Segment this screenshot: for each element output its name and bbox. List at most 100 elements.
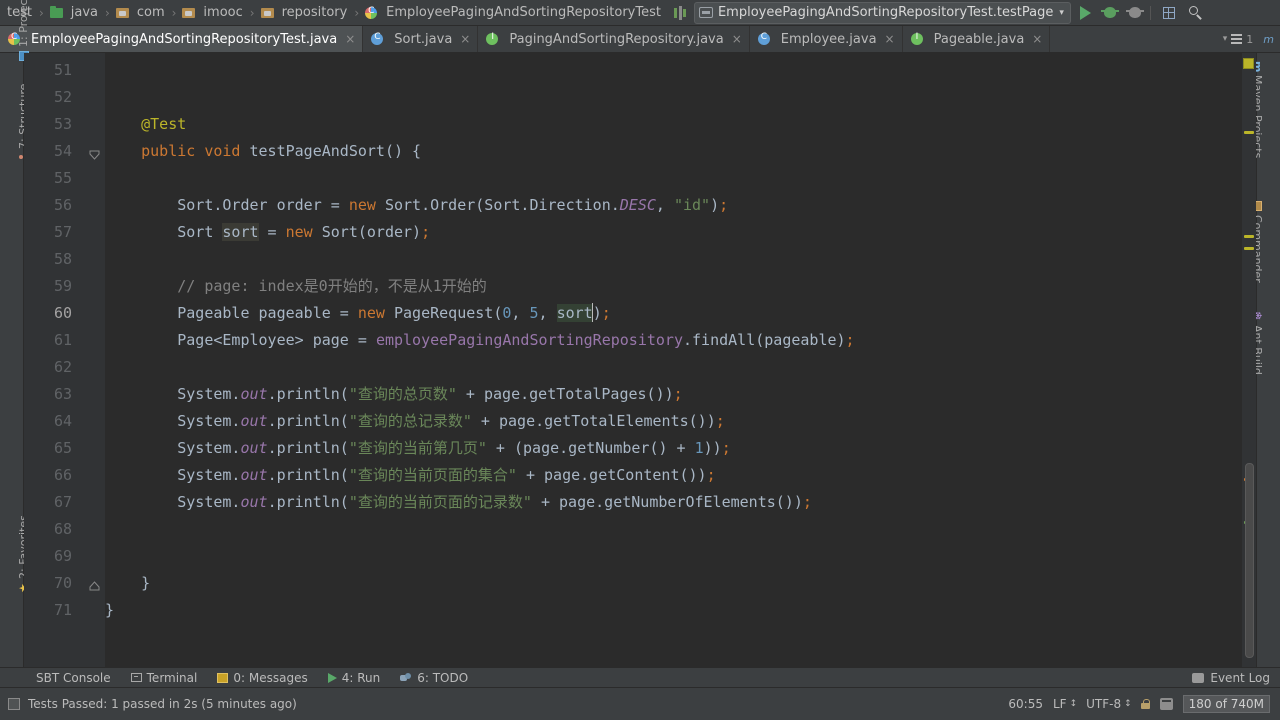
editor-tab-3[interactable]: Employee.java × bbox=[750, 26, 903, 52]
code-line-59[interactable]: // page: index是0开始的，不是从1开始的 bbox=[105, 273, 487, 300]
code-token: } bbox=[105, 601, 115, 619]
encoding-label: UTF-8 bbox=[1086, 697, 1122, 711]
breadcrumb-separator: › bbox=[171, 5, 177, 20]
code-token: employeePagingAndSortingRepository bbox=[375, 331, 683, 349]
tool-window-bottom-bar: SBT Console Terminal 0: Messages 4: Run … bbox=[0, 667, 1280, 687]
fold-gutter[interactable] bbox=[81, 53, 105, 667]
left-tool-window-strip: 1: Project 7: Structure ★ 2: Favorites bbox=[0, 0, 30, 667]
line-separator-selector[interactable]: LF ↕ bbox=[1053, 697, 1077, 711]
code-token: @Test bbox=[141, 115, 187, 133]
code-line-53[interactable]: @Test bbox=[105, 111, 186, 138]
code-editor[interactable]: 51 52 53 54 55 56 57 58 59 60 61 62 63 64 65 66 67 68 69 70… bbox=[24, 53, 1256, 667]
code-line-63[interactable]: System.out.println("查询的总页数" + page.getTo… bbox=[105, 381, 682, 408]
breadcrumb-separator: › bbox=[105, 5, 110, 20]
line-number: 55 bbox=[53, 169, 72, 187]
event-log-icon bbox=[1192, 672, 1205, 683]
code-line-60[interactable]: Pageable pageable = new PageRequest(0, 5… bbox=[105, 300, 611, 327]
close-icon[interactable]: × bbox=[345, 32, 355, 46]
close-icon[interactable]: × bbox=[885, 32, 895, 46]
code-line-64[interactable]: System.out.println("查询的总记录数" + page.getT… bbox=[105, 408, 725, 435]
code-token: testPageAndSort() { bbox=[240, 142, 422, 160]
breadcrumb-item-employeepagingandsortingrepositorytest[interactable]: EmployeePagingAndSortingRepositoryTest bbox=[361, 0, 666, 26]
status-message-area: Tests Passed: 1 passed in 2s (5 minutes … bbox=[0, 697, 297, 711]
stop-button[interactable] bbox=[1124, 2, 1146, 24]
code-token: sort bbox=[556, 304, 593, 322]
breadcrumb-item-java[interactable]: java bbox=[46, 0, 103, 26]
editor-tab-2[interactable]: PagingAndSortingRepository.java × bbox=[478, 26, 750, 52]
breadcrumb-item-imooc[interactable]: imooc bbox=[178, 0, 247, 26]
caret-position[interactable]: 60:55 bbox=[1008, 697, 1043, 711]
search-everywhere-button[interactable] bbox=[1183, 2, 1205, 24]
bottom-item-messages[interactable]: 0: Messages bbox=[207, 668, 317, 688]
code-line-57[interactable]: Sort sort = new Sort(order); bbox=[105, 219, 430, 246]
code-token: out bbox=[240, 385, 268, 403]
line-number: 71 bbox=[53, 601, 72, 619]
bottom-item-run[interactable]: 4: Run bbox=[318, 668, 391, 688]
close-icon[interactable]: × bbox=[1032, 32, 1042, 46]
error-stripe-marker-panel[interactable] bbox=[1242, 53, 1256, 667]
code-token: Sort(order) bbox=[312, 223, 422, 241]
code-token: DESC bbox=[619, 196, 656, 214]
code-token: } bbox=[105, 574, 151, 592]
encoding-selector[interactable]: UTF-8 ↕ bbox=[1086, 697, 1131, 711]
right-tool-window-strip: m Maven Projects Commander ❄ Ant Build bbox=[1251, 53, 1280, 667]
editor-tab-0[interactable]: EmployeePagingAndSortingRepositoryTest.j… bbox=[0, 26, 364, 52]
bottom-item-terminal[interactable]: Terminal bbox=[121, 668, 208, 688]
stripe-marker[interactable] bbox=[1244, 131, 1254, 134]
code-line-56[interactable]: Sort.Order order = new Sort.Order(Sort.D… bbox=[105, 192, 728, 219]
bottom-item-sbt-console[interactable]: SBT Console bbox=[0, 668, 121, 688]
debug-button[interactable] bbox=[1099, 2, 1121, 24]
code-token: System. bbox=[105, 385, 241, 403]
close-icon[interactable]: × bbox=[732, 32, 742, 46]
editor-scrollbar-thumb[interactable] bbox=[1245, 463, 1254, 658]
event-log-button[interactable]: Event Log bbox=[1192, 671, 1280, 685]
code-line-61[interactable]: Page<Employee> page = employeePagingAndS… bbox=[105, 327, 854, 354]
java-class-icon bbox=[371, 32, 385, 46]
code-line-54[interactable]: public void testPageAndSort() { bbox=[105, 138, 421, 165]
code-line-66[interactable]: System.out.println("查询的当前页面的集合" + page.g… bbox=[105, 462, 715, 489]
close-icon[interactable]: × bbox=[460, 32, 470, 46]
memory-indicator[interactable]: 180 of 740M bbox=[1182, 695, 1270, 713]
code-line-65[interactable]: System.out.println("查询的当前第几页" + (page.ge… bbox=[105, 435, 731, 462]
run-button[interactable] bbox=[1074, 2, 1096, 24]
editor-tab-4[interactable]: Pageable.java × bbox=[903, 26, 1051, 52]
tab-hidden-count: 1 bbox=[1246, 32, 1254, 46]
code-token: ; bbox=[719, 196, 729, 214]
java-class-icon bbox=[365, 6, 379, 20]
bottom-item-todo[interactable]: 6: TODO bbox=[390, 668, 478, 688]
code-token: Page<Employee> page = bbox=[105, 331, 376, 349]
lock-icon[interactable] bbox=[1140, 699, 1150, 709]
event-log-label: Event Log bbox=[1210, 670, 1270, 685]
fold-expand-icon[interactable] bbox=[89, 581, 100, 592]
code-text[interactable]: @Test public void testPageAndSort() { So… bbox=[105, 53, 1256, 667]
run-configuration-selector[interactable]: EmployeePagingAndSortingRepositoryTest.t… bbox=[693, 1, 1071, 24]
code-token: out bbox=[240, 412, 268, 430]
sidebar-item-label: 1: Project bbox=[17, 0, 30, 47]
line-number: 57 bbox=[53, 223, 72, 241]
stripe-marker[interactable] bbox=[1244, 247, 1254, 250]
tab-overflow-control[interactable]: ▾ 1 m bbox=[1223, 26, 1280, 52]
database-cache-icon[interactable] bbox=[1159, 698, 1173, 710]
code-token: .println( bbox=[267, 412, 349, 430]
editor-tab-1[interactable]: Sort.java × bbox=[363, 26, 479, 52]
fold-collapse-icon[interactable] bbox=[89, 149, 100, 160]
code-line-71[interactable]: } bbox=[105, 597, 114, 624]
breadcrumb-separator: › bbox=[354, 5, 360, 20]
breadcrumb-label: com bbox=[136, 5, 165, 20]
breadcrumb-item-repository[interactable]: repository bbox=[257, 0, 353, 26]
code-line-67[interactable]: System.out.println("查询的当前页面的记录数" + page.… bbox=[105, 489, 812, 516]
layout-button[interactable] bbox=[1158, 2, 1180, 24]
line-number: 59 bbox=[53, 277, 72, 295]
status-toggle-icon[interactable] bbox=[8, 698, 20, 710]
inspection-status-icon[interactable] bbox=[1243, 58, 1254, 69]
run-config-icon bbox=[698, 7, 713, 18]
sidebar-item-project[interactable]: 1: Project bbox=[17, 0, 30, 61]
breadcrumb-separator: › bbox=[38, 5, 44, 20]
code-line-70[interactable]: } bbox=[105, 570, 150, 597]
stripe-marker[interactable] bbox=[1244, 235, 1254, 238]
breadcrumb-item-com[interactable]: com bbox=[112, 0, 170, 26]
code-token: .println( bbox=[267, 466, 349, 484]
chevron-down-icon[interactable]: ▾ bbox=[1223, 34, 1228, 44]
chevron-down-icon[interactable]: ▾ bbox=[1059, 8, 1064, 18]
